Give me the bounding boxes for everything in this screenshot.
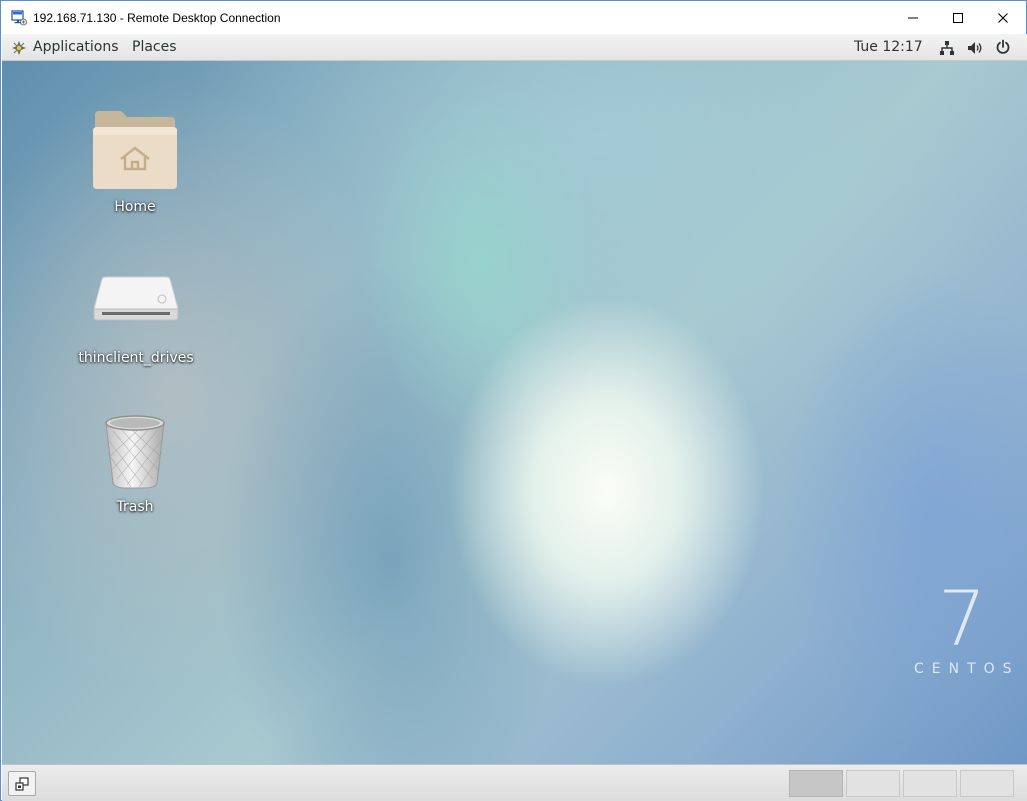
minimize-icon (908, 17, 918, 18)
window-title: 192.168.71.130 - Remote Desktop Connecti… (33, 11, 281, 25)
centos-wordmark: CENTOS (914, 661, 1020, 677)
maximize-icon (953, 12, 963, 23)
desktop-icon-label: Trash (116, 499, 154, 515)
gnome-bottom-panel (2, 764, 1027, 801)
workspace-3[interactable] (903, 770, 957, 797)
workspace-4[interactable] (960, 770, 1014, 797)
desktop-icon-label: Home (114, 199, 156, 215)
minimize-button[interactable] (890, 1, 936, 34)
desktop-icon-home[interactable]: Home (70, 105, 200, 225)
remote-desktop-icon (11, 10, 27, 26)
workspace-1[interactable] (789, 770, 843, 797)
clock[interactable]: Tue 12:17 (854, 34, 923, 61)
show-desktop-icon (15, 776, 29, 791)
desktop-icon-trash[interactable]: Trash (70, 413, 200, 523)
show-desktop-button[interactable] (8, 771, 36, 796)
maximize-button[interactable] (935, 1, 981, 34)
trash-icon (105, 415, 165, 489)
rdp-window: 192.168.71.130 - Remote Desktop Connecti… (0, 0, 1027, 801)
volume-icon[interactable] (967, 40, 983, 60)
network-icon[interactable] (939, 40, 955, 60)
centos-version-number: 7 (938, 574, 987, 663)
applications-menu-icon (11, 40, 27, 56)
places-menu[interactable]: Places (132, 34, 177, 61)
home-folder-icon (93, 111, 177, 189)
window-titlebar[interactable]: 192.168.71.130 - Remote Desktop Connecti… (1, 1, 1026, 34)
gnome-top-panel: Applications Places Tue 12:17 (2, 34, 1027, 61)
desktop-icon-label: thinclient_drives (78, 350, 194, 366)
close-icon (998, 12, 1008, 23)
drive-icon (93, 276, 179, 321)
applications-menu[interactable]: Applications (33, 34, 119, 61)
desktop-icon-thinclient-drives[interactable]: thinclient_drives (71, 267, 201, 377)
desktop-area[interactable]: Home thinclient_drives Trash 7 CENTOS (2, 61, 1027, 764)
power-icon[interactable] (995, 39, 1011, 59)
close-button[interactable] (980, 1, 1026, 34)
workspace-2[interactable] (846, 770, 900, 797)
